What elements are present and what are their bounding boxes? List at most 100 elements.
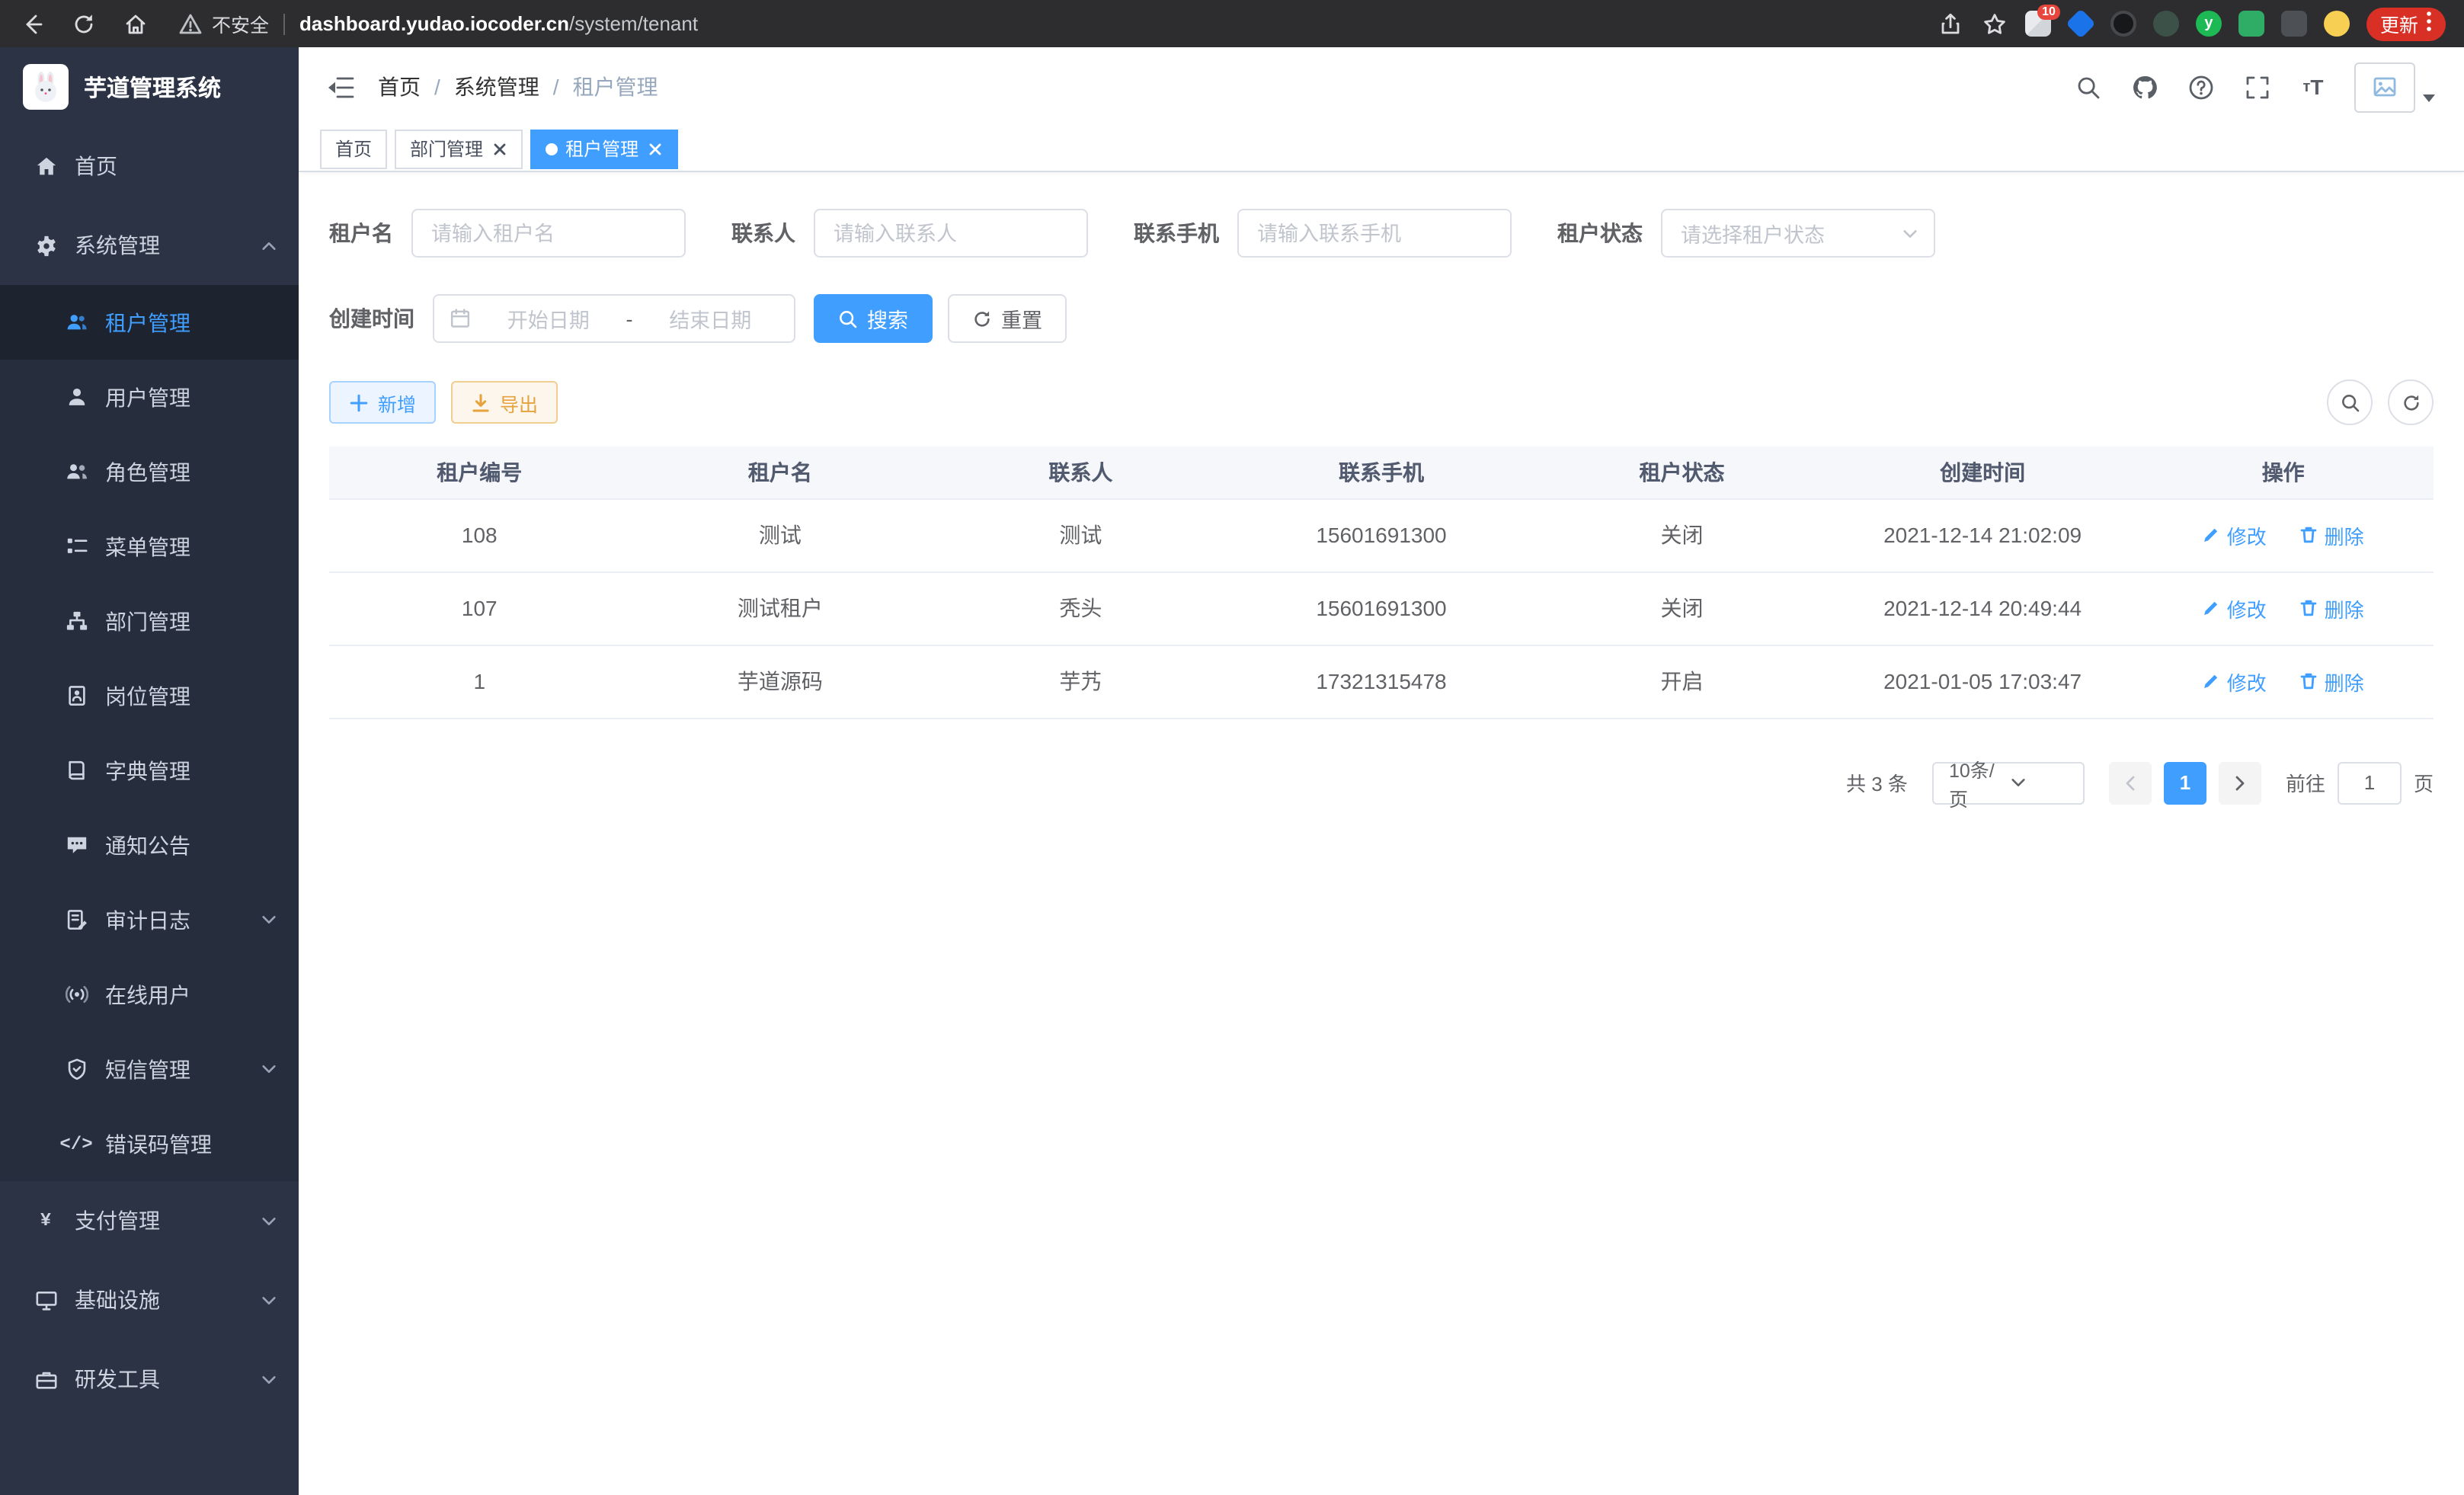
page-number-active[interactable]: 1 [2164,761,2206,804]
table-row: 107 测试租户 秃头 15601691300 关闭 2021-12-14 20… [329,571,2434,645]
breadcrumb-home[interactable]: 首页 [378,72,421,102]
sidebar-item-devtools[interactable]: 研发工具 [0,1340,299,1419]
monitor-icon [34,1288,58,1312]
sidebar-item-notice[interactable]: 通知公告 [0,808,299,882]
cell-phone: 15601691300 [1231,498,1532,571]
sidebar-item-infra[interactable]: 基础设施 [0,1260,299,1340]
breadcrumb-system[interactable]: 系统管理 [454,72,539,102]
tenant-name-input[interactable] [411,209,686,258]
extension-icon[interactable] [2153,11,2179,37]
browser-right-controls: 10 y 更新 [1937,7,2446,40]
extension-icon[interactable] [2324,11,2350,37]
chevron-down-icon [259,1060,277,1078]
tab-dept[interactable]: 部门管理 [395,129,523,168]
url-text: dashboard.yudao.iocoder.cn/system/tenant [299,12,698,35]
tenant-table: 租户编号 租户名 联系人 联系手机 租户状态 创建时间 操作 108 测试 [329,447,2434,719]
extension-icon[interactable]: y [2196,11,2222,37]
page-size-select[interactable]: 10条/页 [1932,761,2085,804]
prev-page-button[interactable] [2109,761,2152,804]
date-separator: - [626,307,633,330]
sidebar-item-audit-log[interactable]: 审计日志 [0,882,299,957]
table-row: 108 测试 测试 15601691300 关闭 2021-12-14 21:0… [329,498,2434,571]
sidebar-item-sms[interactable]: 短信管理 [0,1032,299,1106]
breadcrumb-current: 租户管理 [573,72,658,102]
refresh-icon[interactable] [2388,379,2434,425]
bookmark-star-icon[interactable] [1981,10,2008,37]
search-icon[interactable] [2072,72,2103,102]
status-select[interactable]: 请选择租户状态 [1661,209,1935,258]
app-logo[interactable]: 芋道管理系统 [0,47,299,126]
sidebar-item-payment[interactable]: ¥ 支付管理 [0,1181,299,1260]
table-row: 1 芋道源码 芋艿 17321315478 开启 2021-01-05 17:0… [329,645,2434,718]
delete-button[interactable]: 删除 [2300,594,2364,623]
browser-update-button[interactable]: 更新 [2366,7,2446,40]
sidebar-item-error-code[interactable]: </> 错误码管理 [0,1106,299,1181]
reset-button[interactable]: 重置 [948,294,1067,343]
next-page-button[interactable] [2219,761,2261,804]
column-header-id: 租户编号 [329,447,630,498]
close-icon[interactable] [491,140,507,157]
sidebar-collapse-icon[interactable] [323,70,357,104]
book-icon [64,758,88,783]
help-icon[interactable] [2185,72,2216,102]
reload-icon[interactable] [70,10,98,37]
search-button[interactable]: 搜索 [814,294,933,343]
sidebar-item-post[interactable]: 岗位管理 [0,658,299,733]
cell-created: 2021-12-14 21:02:09 [1832,498,2133,571]
pagination: 共 3 条 10条/页 1 前往 页 [329,761,2434,804]
share-icon[interactable] [1937,10,1964,37]
contact-input[interactable] [814,209,1088,258]
export-button[interactable]: 导出 [451,381,558,424]
sidebar-item-tenant[interactable]: 租户管理 [0,285,299,360]
sidebar-item-dict[interactable]: 字典管理 [0,733,299,808]
fullscreen-icon[interactable] [2242,72,2272,102]
toggle-search-icon[interactable] [2327,379,2373,425]
calendar-icon [450,308,471,329]
github-icon[interactable] [2129,72,2159,102]
cell-created: 2021-01-05 17:03:47 [1832,645,2133,718]
app-root: 不安全 dashboard.yudao.iocoder.cn/system/te… [0,0,2464,1495]
delete-button[interactable]: 删除 [2300,520,2364,549]
sidebar-item-home[interactable]: 首页 [0,126,299,206]
sidebar-item-online-users[interactable]: 在线用户 [0,957,299,1032]
security-label: 不安全 [212,9,269,38]
extension-icon[interactable] [2238,11,2264,37]
shield-icon [64,1057,88,1081]
extension-puzzle-icon[interactable] [2281,11,2307,37]
back-icon[interactable] [18,10,46,37]
user-icon [64,385,88,409]
date-start-placeholder: 开始日期 [480,303,617,334]
edit-button[interactable]: 修改 [2203,520,2267,549]
sidebar-item-dept[interactable]: 部门管理 [0,584,299,658]
page-content: 租户名 联系人 联系手机 租户状态 请选择租户状态 [299,172,2464,1495]
update-label: 更新 [2380,9,2418,38]
home-icon[interactable] [122,10,149,37]
breadcrumb: 首页 / 系统管理 / 租户管理 [378,72,658,102]
sidebar-item-system[interactable]: 系统管理 [0,206,299,285]
close-icon[interactable] [646,140,663,157]
font-size-icon[interactable]: тT [2298,72,2328,102]
tab-home[interactable]: 首页 [320,129,387,168]
extension-icon[interactable] [2066,8,2095,38]
cell-tenant-name: 芋道源码 [630,645,931,718]
user-avatar-menu[interactable] [2354,62,2437,112]
cell-contact: 测试 [930,498,1231,571]
add-button[interactable]: 新增 [329,381,436,424]
cell-tenant-name: 测试 [630,498,931,571]
table-toolbar: 新增 导出 [329,379,2434,425]
extension-icon[interactable]: 10 [2025,11,2051,37]
cell-tenant-id: 107 [329,571,630,645]
sidebar-item-menu[interactable]: 菜单管理 [0,509,299,584]
table-header-row: 租户编号 租户名 联系人 联系手机 租户状态 创建时间 操作 [329,447,2434,498]
address-bar[interactable]: 不安全 dashboard.yudao.iocoder.cn/system/te… [171,9,1937,38]
date-range-picker[interactable]: 开始日期 - 结束日期 [433,294,795,343]
edit-button[interactable]: 修改 [2203,594,2267,623]
goto-page-input[interactable] [2338,761,2402,804]
edit-button[interactable]: 修改 [2203,667,2267,696]
sidebar-item-user[interactable]: 用户管理 [0,360,299,434]
extension-icon[interactable] [2110,11,2136,37]
sidebar-item-role[interactable]: 角色管理 [0,434,299,509]
delete-button[interactable]: 删除 [2300,667,2364,696]
tab-tenant[interactable]: 租户管理 [530,129,678,168]
phone-input[interactable] [1237,209,1512,258]
